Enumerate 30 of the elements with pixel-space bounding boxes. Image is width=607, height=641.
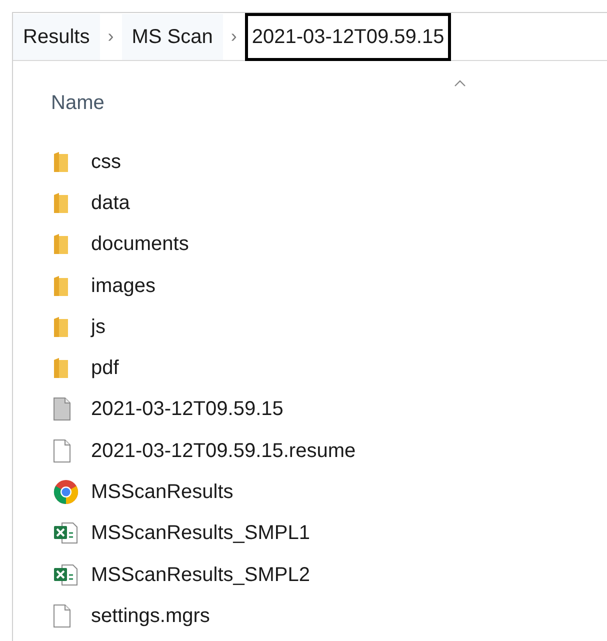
folder-icon bbox=[53, 192, 69, 214]
file-name[interactable]: MSScanResults bbox=[91, 477, 234, 508]
chevron-icon: › bbox=[222, 23, 245, 50]
document-icon bbox=[53, 438, 71, 463]
file-name[interactable]: css bbox=[91, 146, 121, 177]
breadcrumb-item[interactable]: MS Scan bbox=[122, 14, 223, 60]
document-icon bbox=[53, 397, 71, 422]
folder-icon bbox=[53, 150, 69, 173]
file-name[interactable]: data bbox=[91, 188, 130, 218]
file-name[interactable]: documents bbox=[91, 229, 189, 260]
breadcrumb-item[interactable]: 2021-03-12T09.59.15 bbox=[244, 12, 452, 60]
file-name[interactable]: settings.mgrs bbox=[91, 600, 210, 631]
breadcrumb-item[interactable]: Results bbox=[13, 14, 100, 60]
file-name[interactable]: images bbox=[91, 270, 156, 301]
file-name[interactable]: js bbox=[91, 312, 106, 342]
file-name[interactable]: 2021-03-12T09.59.15.resume bbox=[91, 436, 356, 466]
spreadsheet-icon bbox=[53, 521, 79, 546]
folder-icon bbox=[53, 233, 69, 256]
name-column-header[interactable]: Name bbox=[51, 88, 104, 118]
chevron-icon: › bbox=[100, 23, 122, 50]
file-name[interactable]: 2021-03-12T09.59.15 bbox=[91, 394, 284, 424]
document-icon bbox=[53, 604, 71, 628]
spreadsheet-icon bbox=[53, 562, 79, 587]
folder-icon bbox=[53, 274, 69, 297]
folder-icon bbox=[53, 357, 69, 380]
browser-icon bbox=[53, 479, 79, 506]
file-name[interactable]: pdf bbox=[91, 353, 119, 384]
file-name[interactable]: MSScanResults_SMPL1 bbox=[91, 518, 310, 548]
file-name[interactable]: MSScanResults_SMPL2 bbox=[91, 560, 310, 590]
folder-icon bbox=[53, 316, 69, 338]
